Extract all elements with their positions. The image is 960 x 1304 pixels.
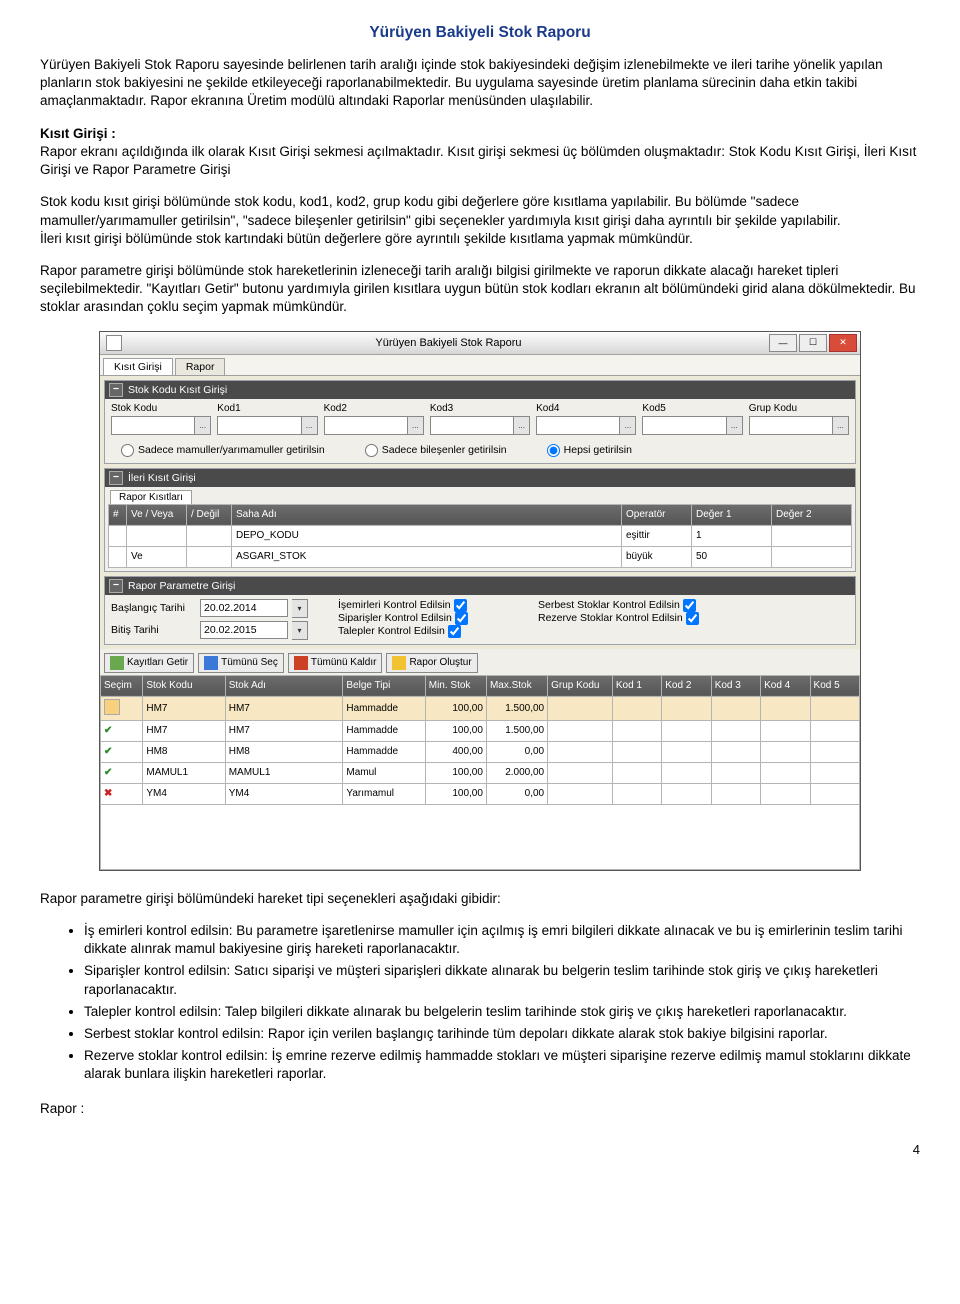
- btn-rapor-olustur[interactable]: Rapor Oluştur: [386, 653, 477, 673]
- rapor-heading: Rapor :: [40, 1100, 920, 1118]
- kisit-heading: Kısıt Girişi :: [40, 126, 116, 141]
- results-grid: Seçim Stok Kodu Stok Adı Belge Tipi Min.…: [100, 675, 860, 870]
- grid-row[interactable]: HM7HM7Hammadde 100,001.500,00: [101, 696, 860, 720]
- grid-row-empty: [101, 804, 860, 869]
- group-stok-kodu-header[interactable]: Stok Kodu Kısıt Girişi: [105, 381, 855, 399]
- chk-rezerve[interactable]: [686, 612, 699, 625]
- dropdown-icon[interactable]: ...: [727, 416, 743, 435]
- x-icon: ✖: [104, 788, 112, 799]
- input-kod2[interactable]: [324, 416, 408, 435]
- check-icon: ✔: [104, 746, 112, 757]
- dropdown-icon[interactable]: ...: [302, 416, 318, 435]
- dropdown-icon[interactable]: ...: [620, 416, 636, 435]
- group-ileri-kisit-header[interactable]: İleri Kısıt Girişi: [105, 469, 855, 487]
- app-icon: [106, 335, 122, 351]
- tab-kisit-girisi[interactable]: Kısıt Girişi: [103, 358, 173, 375]
- lbl-kod5: Kod5: [642, 403, 742, 414]
- input-grup-kodu[interactable]: [749, 416, 833, 435]
- col-deger2: Değer 2: [772, 504, 852, 525]
- btn-tumunu-sec[interactable]: Tümünü Seç: [198, 653, 284, 673]
- options-intro: Rapor parametre girişi bölümündeki harek…: [40, 890, 920, 908]
- app-window: Yürüyen Bakiyeli Stok Raporu — ☐ ✕ Kısıt…: [99, 331, 861, 871]
- subtab-rapor-kisitlari[interactable]: Rapor Kısıtları: [110, 490, 192, 504]
- report-icon: [392, 656, 406, 670]
- maximize-button[interactable]: ☐: [799, 334, 827, 352]
- dropdown-icon[interactable]: ...: [833, 416, 849, 435]
- check-icon: ✔: [104, 767, 112, 778]
- calendar-icon[interactable]: ▾: [292, 599, 308, 618]
- lbl-stok-kodu: Stok Kodu: [111, 403, 211, 414]
- chk-serbest[interactable]: [683, 599, 696, 612]
- lbl-chk3: Talepler Kontrol Edilsin: [338, 625, 445, 637]
- col-num: #: [109, 504, 127, 525]
- filter-table: # Ve / Veya / Değil Saha Adı Operatör De…: [108, 504, 852, 568]
- input-stok-kodu[interactable]: [111, 416, 195, 435]
- page-title: Yürüyen Bakiyeli Stok Raporu: [40, 24, 920, 42]
- selectall-icon: [204, 656, 218, 670]
- window-title: Yürüyen Bakiyeli Stok Raporu: [128, 337, 769, 349]
- lbl-kod3: Kod3: [430, 403, 530, 414]
- radio-mamuller[interactable]: Sadece mamuller/yarımamuller getirilsin: [121, 444, 325, 457]
- lbl-baslangic: Başlangıç Tarihi: [111, 602, 196, 614]
- list-item: Talepler kontrol edilsin: Talep bilgiler…: [84, 1003, 920, 1021]
- lbl-chk5: Rezerve Stoklar Kontrol Edilsin: [538, 612, 683, 624]
- lbl-chk1: İşemirleri Kontrol Edilsin: [338, 599, 451, 611]
- lbl-kod4: Kod4: [536, 403, 636, 414]
- group-param-header[interactable]: Rapor Parametre Girişi: [105, 577, 855, 595]
- input-kod4[interactable]: [536, 416, 620, 435]
- options-list: İş emirleri kontrol edilsin: Bu parametr…: [40, 922, 920, 1084]
- minimize-button[interactable]: —: [769, 334, 797, 352]
- list-item: Rezerve stoklar kontrol edilsin: İş emri…: [84, 1047, 920, 1083]
- input-kod1[interactable]: [217, 416, 301, 435]
- col-saha: Saha Adı: [232, 504, 622, 525]
- btn-tumunu-kaldir[interactable]: Tümünü Kaldır: [288, 653, 383, 673]
- chk-isemirleri[interactable]: [454, 599, 467, 612]
- lbl-grup-kodu: Grup Kodu: [749, 403, 849, 414]
- chk-talepler[interactable]: [448, 625, 461, 638]
- lbl-chk4: Serbest Stoklar Kontrol Edilsin: [538, 599, 680, 611]
- lbl-chk2: Siparişler Kontrol Edilsin: [338, 612, 452, 624]
- lbl-bitis: Bitiş Tarihi: [111, 624, 196, 636]
- input-bitis-tarihi[interactable]: 20.02.2015: [200, 621, 288, 639]
- radio-hepsi[interactable]: Hepsi getirilsin: [547, 444, 632, 457]
- col-veveya: Ve / Veya: [127, 504, 187, 525]
- col-deger1: Değer 1: [692, 504, 772, 525]
- row-indicator-icon: [104, 699, 120, 715]
- list-item: Serbest stoklar kontrol edilsin: Rapor i…: [84, 1025, 920, 1043]
- kisit-text: Rapor ekranı açıldığında ilk olarak Kısı…: [40, 144, 916, 177]
- close-button[interactable]: ✕: [829, 334, 857, 352]
- tab-rapor[interactable]: Rapor: [175, 358, 226, 375]
- input-baslangic-tarihi[interactable]: 20.02.2014: [200, 599, 288, 617]
- check-icon: ✔: [104, 725, 112, 736]
- grid-row[interactable]: ✔ MAMUL1MAMUL1Mamul 100,002.000,00: [101, 762, 860, 783]
- list-item: İş emirleri kontrol edilsin: Bu parametr…: [84, 922, 920, 958]
- page-number: 4: [40, 1142, 920, 1157]
- titlebar: Yürüyen Bakiyeli Stok Raporu — ☐ ✕: [100, 332, 860, 355]
- grid-row[interactable]: ✔ HM7HM7Hammadde 100,001.500,00: [101, 720, 860, 741]
- grid-row[interactable]: ✖ YM4YM4Yarımamul 100,000,00: [101, 783, 860, 804]
- list-item: Siparişler kontrol edilsin: Satıcı sipar…: [84, 962, 920, 998]
- dropdown-icon[interactable]: ...: [514, 416, 530, 435]
- grid-row[interactable]: ✔ HM8HM8Hammadde 400,000,00: [101, 741, 860, 762]
- lbl-kod1: Kod1: [217, 403, 317, 414]
- kisit-paragraph: Kısıt Girişi : Rapor ekranı açıldığında …: [40, 125, 920, 180]
- intro-paragraph: Yürüyen Bakiyeli Stok Raporu sayesinde b…: [40, 56, 920, 111]
- dropdown-icon[interactable]: ...: [195, 416, 211, 435]
- chk-siparisler[interactable]: [455, 612, 468, 625]
- input-kod3[interactable]: [430, 416, 514, 435]
- btn-kayitlari-getir[interactable]: Kayıtları Getir: [104, 653, 194, 673]
- input-kod5[interactable]: [642, 416, 726, 435]
- filter-row[interactable]: Ve ASGARI_STOK büyük 50: [109, 546, 852, 567]
- deselectall-icon: [294, 656, 308, 670]
- calendar-icon[interactable]: ▾: [292, 621, 308, 640]
- fetch-icon: [110, 656, 124, 670]
- col-degil: / Değil: [187, 504, 232, 525]
- col-operator: Operatör: [622, 504, 692, 525]
- radio-bilesenler[interactable]: Sadece bileşenler getirilsin: [365, 444, 507, 457]
- dropdown-icon[interactable]: ...: [408, 416, 424, 435]
- stok-kodu-paragraph: Stok kodu kısıt girişi bölümünde stok ko…: [40, 193, 920, 248]
- param-paragraph: Rapor parametre girişi bölümünde stok ha…: [40, 262, 920, 317]
- lbl-kod2: Kod2: [324, 403, 424, 414]
- filter-row[interactable]: DEPO_KODU eşittir 1: [109, 525, 852, 546]
